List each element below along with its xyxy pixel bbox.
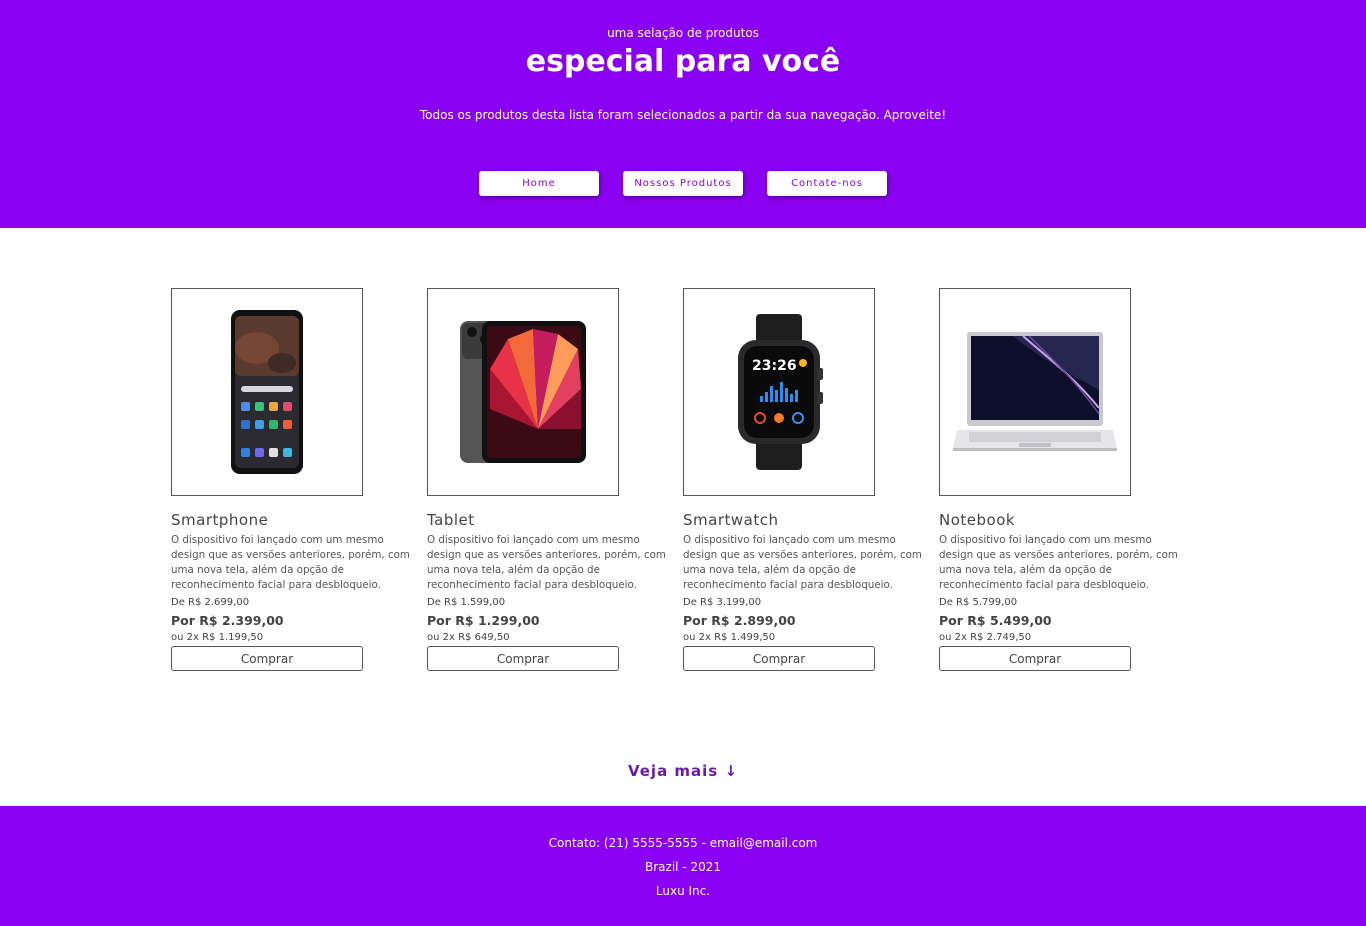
page-title: especial para você — [525, 44, 841, 79]
notebook-image — [953, 332, 1117, 451]
product-card-tablet: Tablet O dispositivo foi lançado com um … — [427, 288, 677, 671]
product-price: Por R$ 1.299,00 — [427, 613, 540, 628]
buy-button[interactable]: Comprar — [683, 646, 875, 671]
nav-home-button[interactable]: Home — [479, 171, 599, 196]
buy-button[interactable]: Comprar — [427, 646, 619, 671]
tablet-image — [460, 321, 586, 463]
product-description: O dispositivo foi lançado com um mesmo d… — [939, 534, 1178, 591]
product-name: Smartwatch — [683, 511, 779, 529]
product-old-price: De R$ 2.699,00 — [171, 597, 250, 608]
footer-contact: Contato: (21) 5555-5555 - email@email.co… — [548, 836, 818, 850]
product-image-frame[interactable]: 23:26 — [683, 288, 875, 496]
product-name: Smartphone — [171, 511, 269, 529]
product-description: O dispositivo foi lançado com um mesmo d… — [171, 534, 410, 591]
nav-contact-button[interactable]: Contate-nos — [767, 171, 887, 196]
product-price: Por R$ 2.899,00 — [683, 613, 796, 628]
product-card-notebook: Notebook O dispositivo foi lançado com u… — [939, 288, 1189, 671]
smartphone-image — [231, 310, 303, 474]
product-card-smartphone: Smartphone O dispositivo foi lançado com… — [171, 288, 421, 671]
page-footer: Contato: (21) 5555-5555 - email@email.co… — [0, 806, 1366, 926]
footer-location: Brazil - 2021 — [645, 860, 721, 874]
see-more-link[interactable]: Veja mais ↓ — [0, 762, 1366, 780]
product-image-frame[interactable] — [427, 288, 619, 496]
hero-header: uma selação de produtos especial para vo… — [0, 0, 1366, 228]
buy-button[interactable]: Comprar — [171, 646, 363, 671]
product-card-smartwatch: 23:26 Smartwatch O dispositivo foi lança… — [683, 288, 933, 671]
product-price: Por R$ 5.499,00 — [939, 613, 1052, 628]
smartwatch-image: 23:26 — [738, 314, 823, 470]
product-name: Tablet — [427, 511, 475, 529]
header-kicker: uma selação de produtos — [607, 26, 759, 40]
product-installments: ou 2x R$ 649,50 — [427, 632, 510, 643]
buy-button[interactable]: Comprar — [939, 646, 1131, 671]
product-image-frame[interactable] — [171, 288, 363, 496]
product-installments: ou 2x R$ 2.749,50 — [939, 632, 1032, 643]
product-description: O dispositivo foi lançado com um mesmo d… — [427, 534, 666, 591]
footer-company: Luxu Inc. — [655, 884, 711, 898]
product-name: Notebook — [939, 511, 1016, 529]
nav-products-button[interactable]: Nossos Produtos — [623, 171, 743, 196]
product-old-price: De R$ 3.199,00 — [683, 597, 762, 608]
watch-time: 23:26 — [752, 358, 797, 374]
product-installments: ou 2x R$ 1.199,50 — [171, 632, 264, 643]
product-installments: ou 2x R$ 1.499,50 — [683, 632, 776, 643]
main-nav: Home Nossos Produtos Contate-nos — [0, 171, 1366, 196]
product-description: O dispositivo foi lançado com um mesmo d… — [683, 534, 922, 591]
product-old-price: De R$ 5.799,00 — [939, 597, 1018, 608]
product-price: Por R$ 2.399,00 — [171, 613, 284, 628]
product-image-frame[interactable] — [939, 288, 1131, 496]
header-subtitle: Todos os produtos desta lista foram sele… — [419, 108, 947, 122]
product-old-price: De R$ 1.599,00 — [427, 597, 506, 608]
